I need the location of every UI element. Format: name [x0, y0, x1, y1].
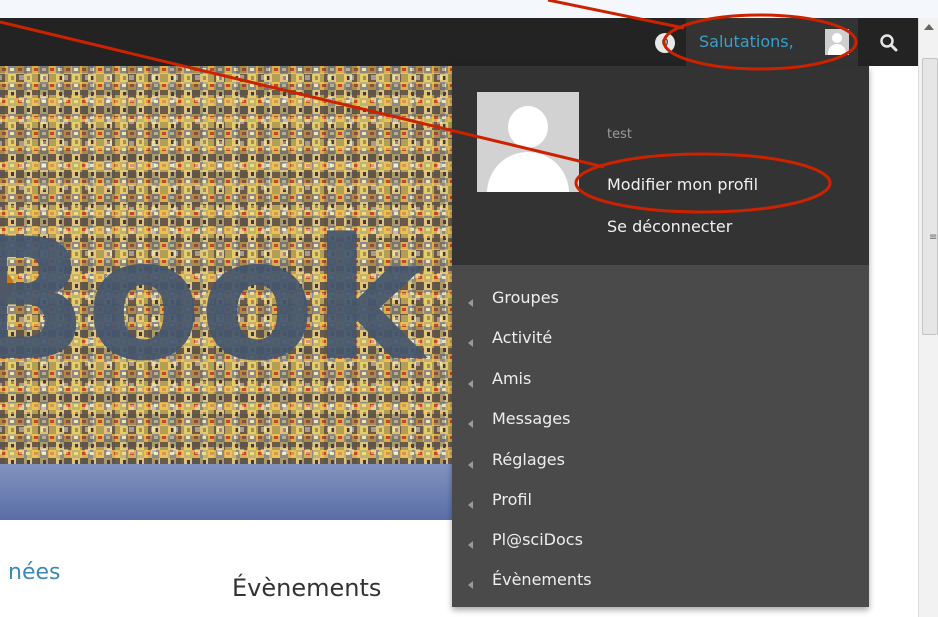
banner-bottom-bar [0, 464, 455, 520]
arrow-left-icon [468, 581, 473, 589]
nav-link-partial[interactable]: nées [8, 560, 60, 585]
menu-item-label: Pl@sciDocs [492, 530, 583, 549]
menu-item-messages[interactable]: Messages [466, 407, 766, 433]
notification-badge[interactable]: 0 [655, 33, 675, 53]
events-heading: Évènements [232, 574, 382, 602]
arrow-left-icon [468, 541, 473, 549]
edit-profile-link[interactable]: Modifier mon profil [607, 175, 758, 194]
menu-item-label: Groupes [492, 288, 559, 307]
logout-link[interactable]: Se déconnecter [607, 217, 732, 236]
arrow-left-icon [468, 339, 473, 347]
arrow-left-icon [468, 501, 473, 509]
profile-avatar[interactable] [477, 92, 579, 192]
menu-item-evenements[interactable]: Évènements [466, 568, 766, 594]
browser-chrome [0, 0, 938, 19]
scroll-up-arrow-icon[interactable] [924, 24, 934, 30]
menu-item-amis[interactable]: Amis [466, 367, 766, 393]
username-label[interactable]: test [607, 127, 632, 142]
menu-item-label: Réglages [492, 450, 565, 469]
vertical-scrollbar[interactable]: ≡ [918, 18, 938, 617]
menu-item-activite[interactable]: Activité [466, 326, 766, 352]
header-banner-image: Book [0, 66, 455, 464]
menu-item-groupes[interactable]: Groupes [466, 286, 766, 312]
account-profile-section: test Modifier mon profil Se déconnecter [452, 66, 869, 265]
banner-title-fragment: Book [0, 202, 425, 398]
menu-item-label: Activité [492, 328, 553, 347]
menu-item-label: Amis [492, 369, 532, 388]
menu-item-label: Profil [492, 490, 532, 509]
search-icon[interactable] [878, 32, 900, 54]
menu-item-label: Évènements [492, 570, 592, 589]
grip-icon: ≡ [929, 232, 938, 243]
avatar-icon [825, 29, 849, 55]
greeting-text: Salutations, [699, 32, 794, 51]
admin-bar: 0 Salutations, [0, 18, 918, 66]
arrow-left-icon [468, 420, 473, 428]
account-dropdown-menu: test Modifier mon profil Se déconnecter … [452, 66, 869, 607]
account-menu-toggle[interactable]: Salutations, [686, 18, 858, 66]
arrow-left-icon [468, 299, 473, 307]
arrow-left-icon [468, 461, 473, 469]
arrow-left-icon [468, 380, 473, 388]
scrollbar-thumb[interactable]: ≡ [922, 58, 938, 335]
menu-item-profil[interactable]: Profil [466, 488, 766, 514]
menu-item-plscidocs[interactable]: Pl@sciDocs [466, 528, 766, 554]
menu-item-label: Messages [492, 409, 571, 428]
menu-item-reglages[interactable]: Réglages [466, 448, 766, 474]
